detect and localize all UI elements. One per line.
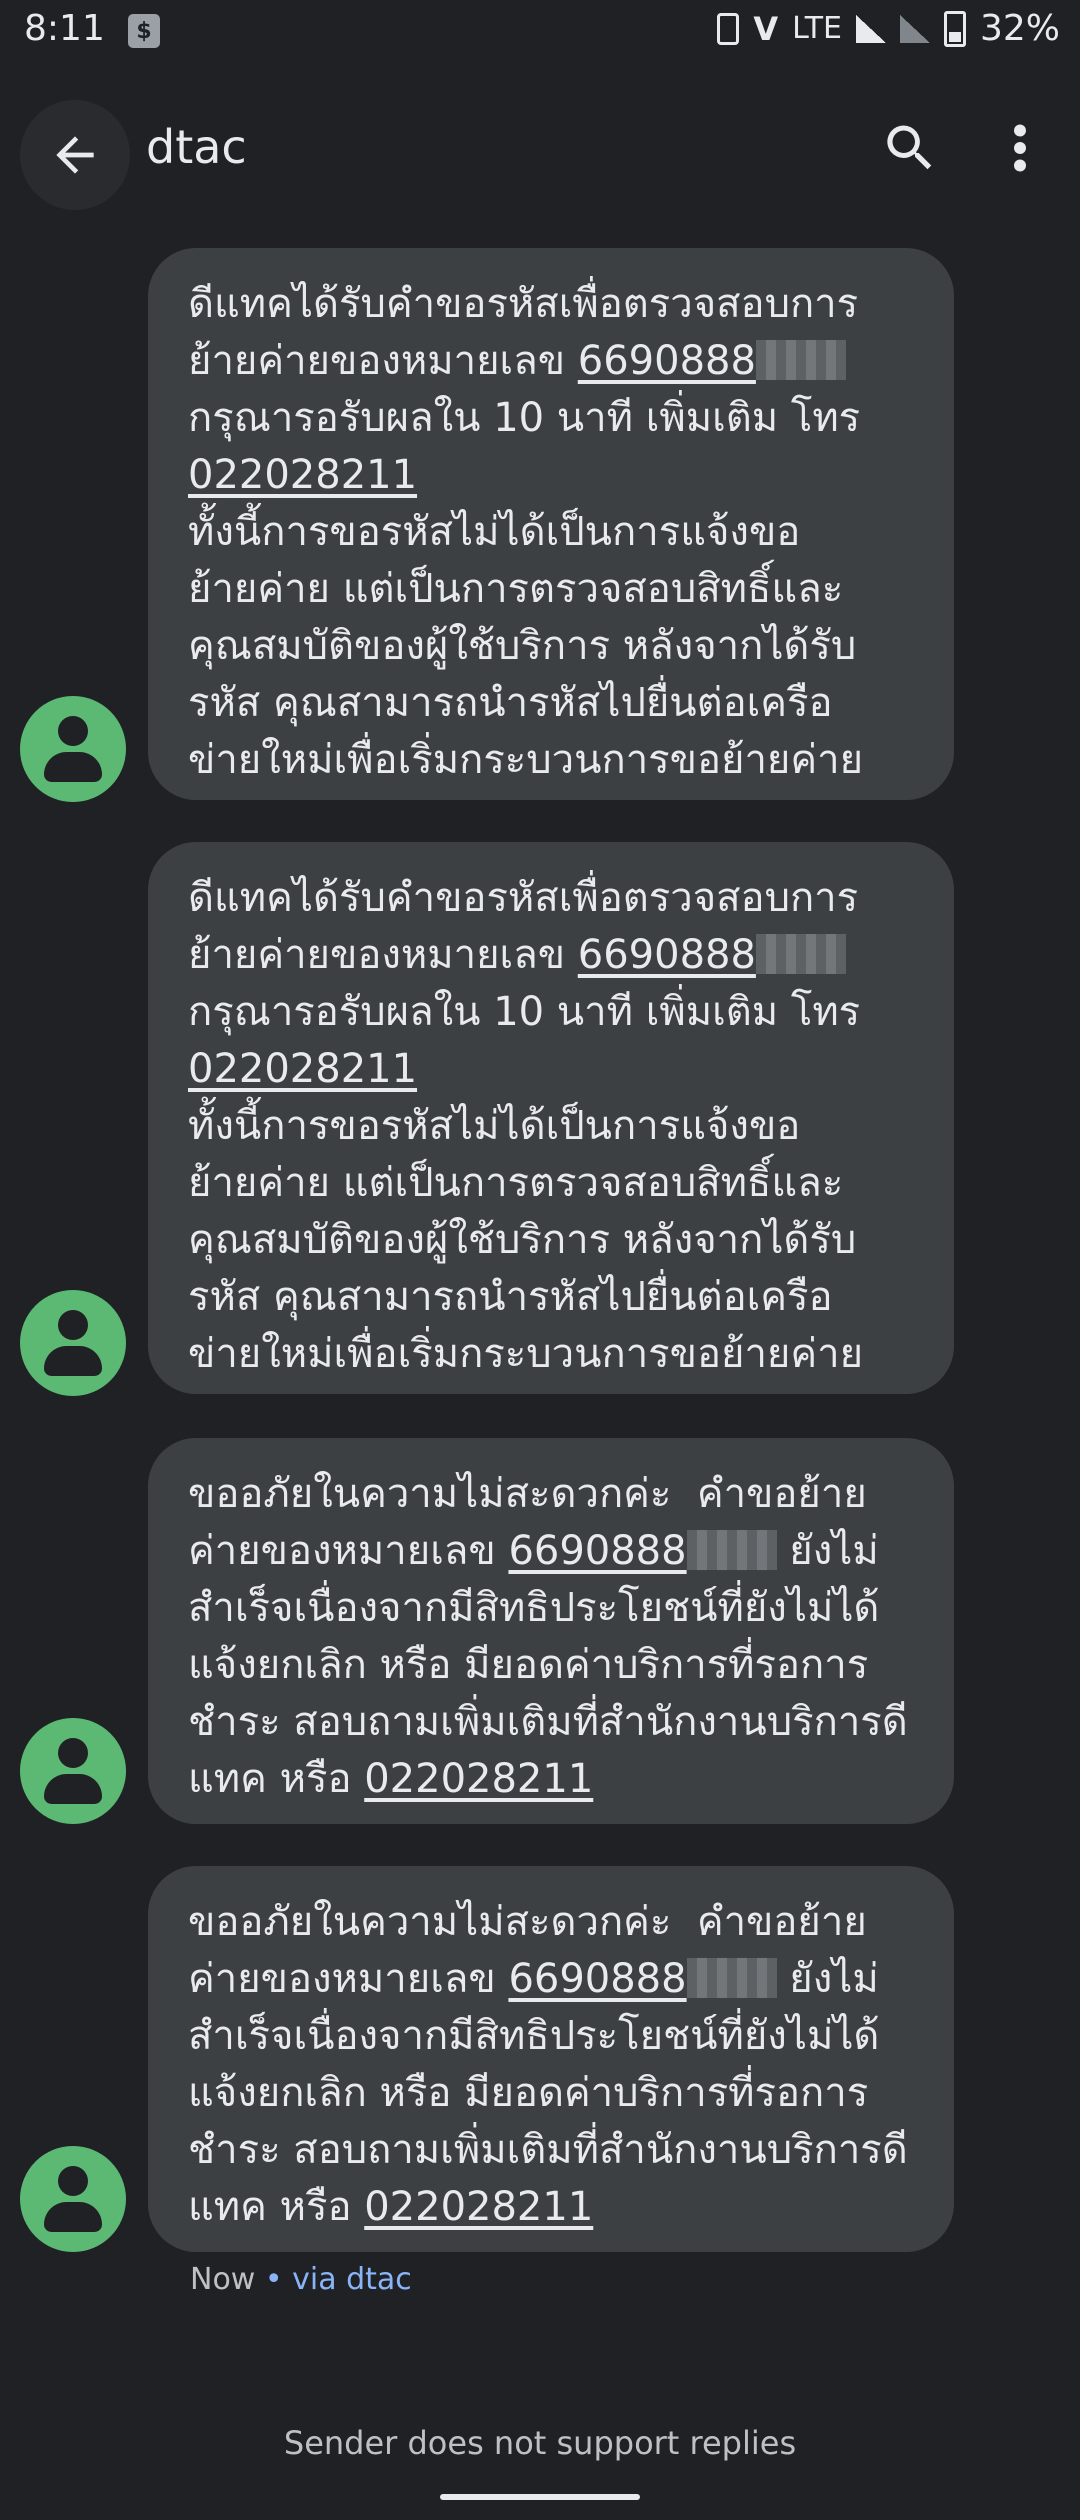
phone-number-link[interactable]: 6690888	[508, 1956, 686, 2002]
sender-avatar[interactable]	[20, 2146, 126, 2252]
messages-screen: 8:11 $ V LTE 32% dtac ดีแทคได้รับคำขอรหั…	[0, 0, 1080, 2520]
battery-percent: 32%	[979, 8, 1060, 49]
redacted-digits	[755, 934, 846, 974]
no-reply-notice: Sender does not support replies	[283, 2424, 797, 2462]
signal-secondary-icon	[899, 14, 930, 43]
status-icons: V LTE 32%	[717, 8, 1060, 49]
more-options-icon[interactable]	[1000, 118, 1040, 178]
hotline-link[interactable]: 022028211	[364, 2184, 593, 2230]
sender-avatar[interactable]	[20, 1718, 126, 1824]
battery-icon	[943, 10, 966, 47]
timestamp-time: Now	[190, 2262, 256, 2297]
phone-number-link[interactable]: 6690888	[578, 338, 756, 384]
app-bar: dtac	[0, 90, 1080, 210]
message-bubble[interactable]: ขออภัยในความไม่สะดวกค่ะ คำขอย้าย ค่ายของ…	[148, 1438, 954, 1824]
message-bubble[interactable]: ขออภัยในความไม่สะดวกค่ะ คำขอย้าย ค่ายของ…	[148, 1866, 954, 2252]
message-bubble[interactable]: ดีแทคได้รับคำขอรหัสเพื่อตรวจสอบการ ย้ายค…	[148, 842, 954, 1394]
shopping-bag-icon: $	[128, 14, 160, 48]
status-bar: 8:11 $ V LTE 32%	[0, 0, 1080, 60]
phone-number-link[interactable]: 6690888	[578, 932, 756, 978]
arrow-back-icon	[56, 136, 94, 174]
network-type: LTE	[792, 11, 842, 46]
gesture-nav-handle[interactable]	[440, 2494, 640, 2500]
vibrate-icon	[717, 12, 740, 45]
conversation-title: dtac	[146, 120, 247, 174]
message-bubble[interactable]: ดีแทคได้รับคำขอรหัสเพื่อตรวจสอบการ ย้ายค…	[148, 248, 954, 800]
via-sender-link[interactable]: • via dtac	[255, 2262, 412, 2297]
message-timestamp: Now • via dtac	[190, 2262, 412, 2297]
sender-avatar[interactable]	[20, 696, 126, 802]
sender-avatar[interactable]	[20, 1290, 126, 1396]
back-button[interactable]	[20, 100, 130, 210]
phone-number-link[interactable]: 6690888	[508, 1528, 686, 1574]
search-icon[interactable]	[880, 118, 940, 178]
signal-icon	[855, 14, 886, 43]
redacted-digits	[755, 340, 846, 380]
hotline-link[interactable]: 022028211	[188, 1046, 417, 1092]
hotline-link[interactable]: 022028211	[364, 1756, 593, 1802]
hotline-link[interactable]: 022028211	[188, 452, 417, 498]
volte-icon: V	[753, 9, 779, 48]
redacted-digits	[686, 1958, 777, 1998]
status-time: 8:11	[24, 8, 105, 49]
redacted-digits	[686, 1530, 777, 1570]
